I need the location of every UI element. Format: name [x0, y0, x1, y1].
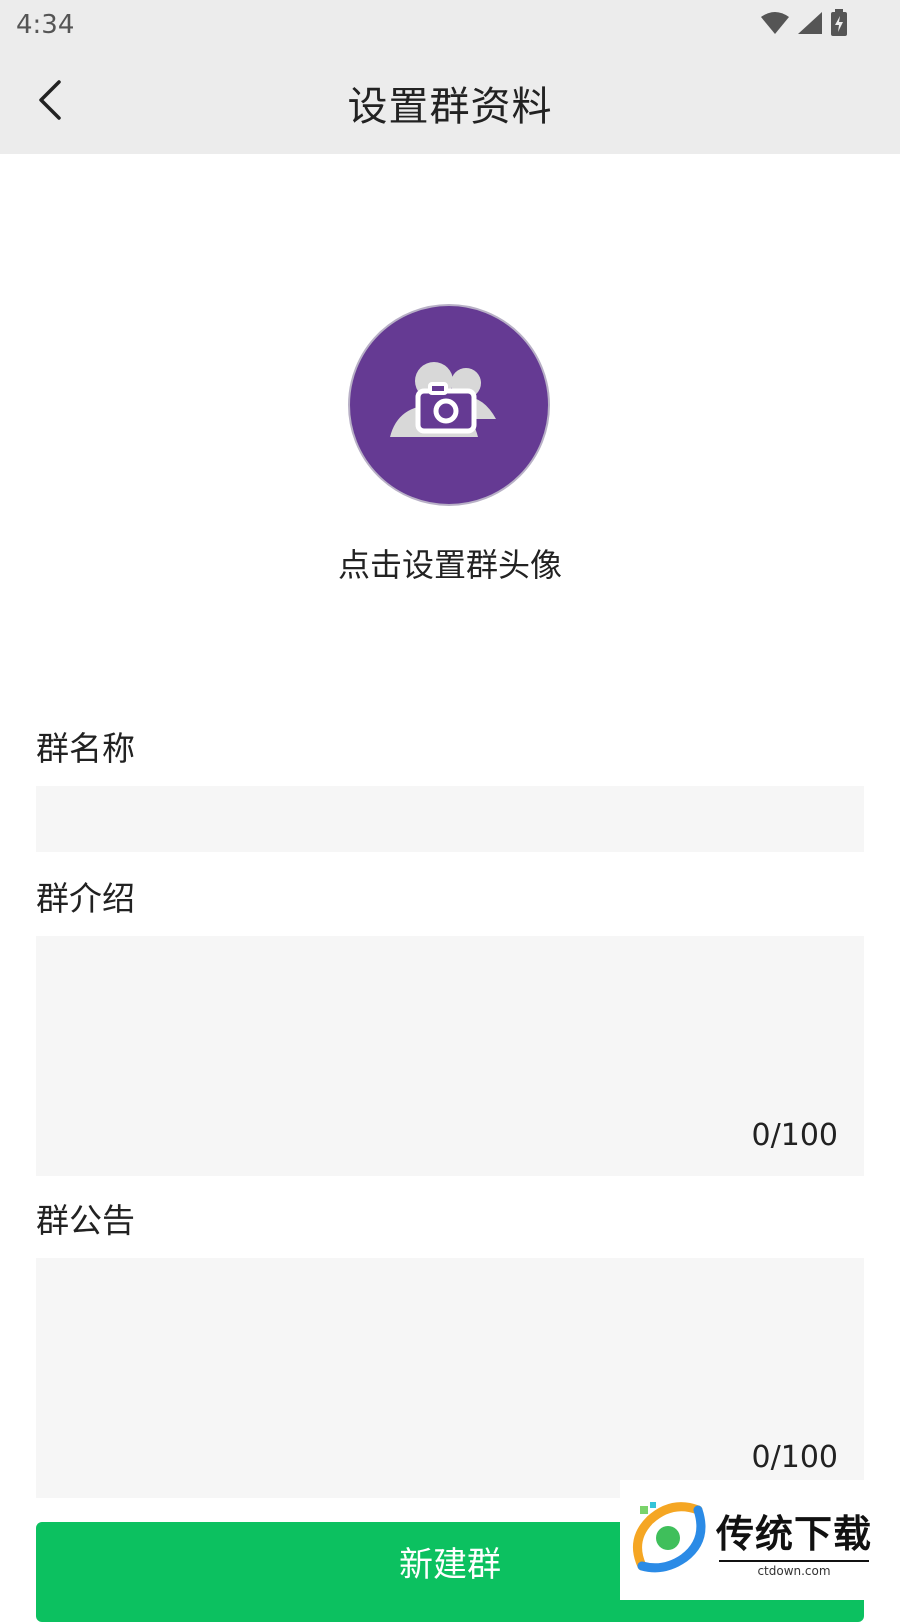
group-camera-icon: [384, 353, 514, 457]
watermark-main-text: 传统下载: [716, 1511, 873, 1556]
status-time: 4:34: [16, 10, 75, 40]
wifi-icon: [760, 10, 790, 40]
signal-icon: [796, 10, 824, 40]
battery-charging-icon: [830, 9, 848, 41]
group-avatar-button[interactable]: [348, 304, 550, 506]
status-icons: [760, 9, 848, 41]
ctdown-logo-icon: [628, 1500, 708, 1580]
watermark-sub-text: ctdown.com: [719, 1559, 869, 1578]
page-title: 设置群资料: [347, 84, 553, 130]
group-intro-label: 群介绍: [36, 879, 135, 918]
app-bar: 设置群资料: [0, 48, 900, 154]
watermark-text: 传统下载 ctdown.com: [716, 1503, 872, 1578]
avatar-caption: 点击设置群头像: [337, 546, 562, 584]
group-name-input[interactable]: [36, 786, 864, 852]
group-notice-label: 群公告: [36, 1201, 135, 1240]
group-name-label: 群名称: [36, 729, 135, 768]
watermark: 传统下载 ctdown.com: [620, 1480, 900, 1600]
status-bar: 4:34: [0, 0, 900, 48]
group-intro-counter: 0/100: [751, 1118, 838, 1153]
group-notice-counter: 0/100: [751, 1440, 838, 1475]
